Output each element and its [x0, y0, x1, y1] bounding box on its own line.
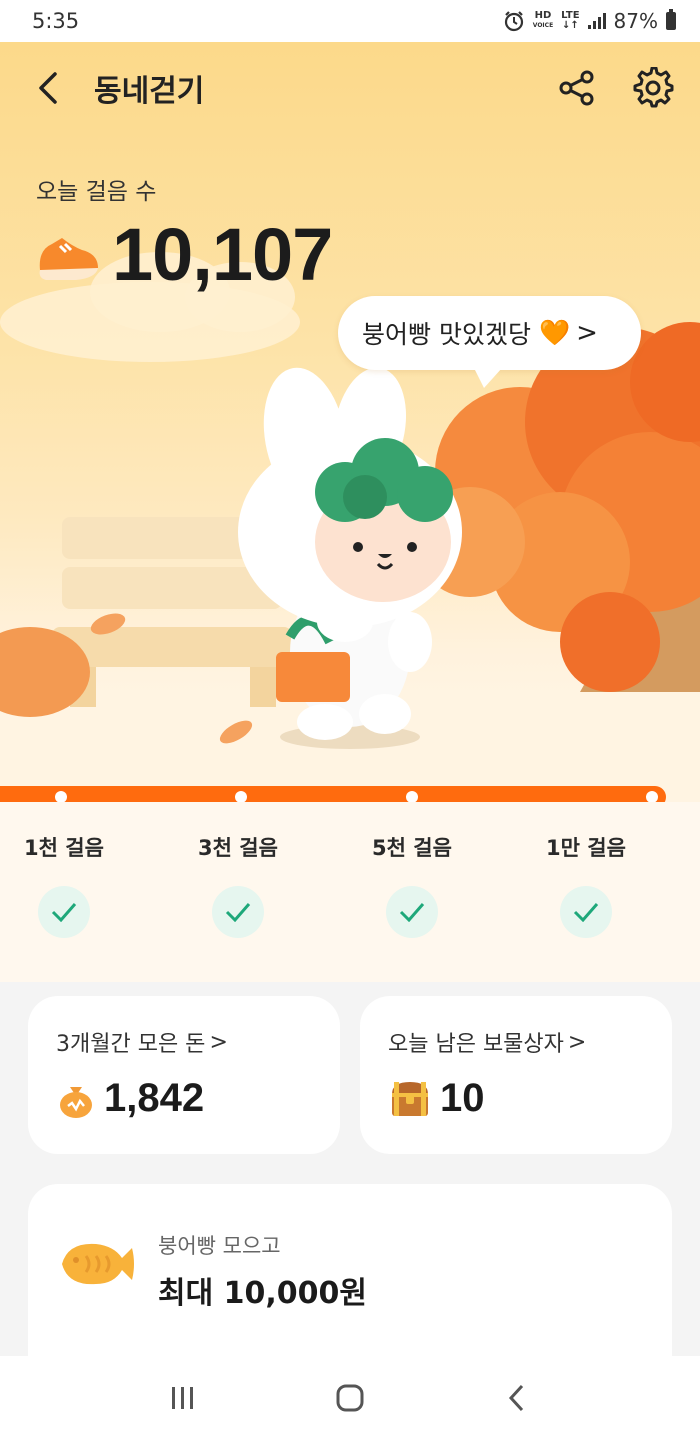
system-nav-bar [0, 1356, 700, 1439]
promo-title: 최대 10,000원 [158, 1276, 368, 1311]
signal-icon [587, 13, 606, 29]
treasure-card[interactable]: 오늘 남은 보물상자 > 10 [360, 996, 672, 1154]
back-button[interactable] [28, 68, 68, 108]
chevron-right-icon: > [576, 318, 598, 348]
back-arrow-icon [39, 72, 57, 104]
app-header: 동네걷기 [0, 42, 700, 134]
page-title: 동네걷기 [94, 74, 205, 109]
treasure-chest-icon [392, 1081, 428, 1116]
status-time: 5:35 [32, 9, 80, 33]
money-card-title-text: 3개월간 모은 돈 [56, 1032, 206, 1057]
home-icon [336, 1384, 364, 1411]
promo-card[interactable]: 붕어빵 모으고 최대 10,000원 [28, 1184, 672, 1384]
milestone-check [212, 886, 264, 938]
milestones: 1천 걸음 3천 걸음 5천 걸음 1만 걸음 [0, 802, 700, 982]
battery-percent: 87% [613, 9, 658, 33]
lte-arrows: ↓↑ [561, 20, 579, 31]
home-button[interactable] [320, 1373, 380, 1423]
share-button[interactable] [554, 65, 600, 111]
recents-icon [172, 1386, 194, 1409]
milestone-item: 3천 걸음 [168, 832, 308, 938]
treasure-card-title: 오늘 남은 보물상자 > [388, 1026, 644, 1058]
speech-bubble-text: 붕어빵 맛있겠당 [362, 320, 531, 349]
check-icon [225, 903, 251, 922]
status-icons: HD VOICE LTE ↓↑ 87% [503, 9, 676, 33]
treasure-card-value-row: 10 [388, 1076, 644, 1121]
gear-icon [633, 67, 674, 108]
milestone-label: 1천 걸음 [24, 836, 104, 860]
milestone-label: 1만 걸음 [546, 836, 626, 860]
steps-value: 10,107 [112, 213, 333, 296]
status-bar: 5:35 HD VOICE LTE ↓↑ 87% [0, 0, 700, 42]
lte-indicator: LTE ↓↑ [561, 11, 579, 31]
heart-icon: 🧡 [538, 318, 571, 347]
steps-label: 오늘 걸음 수 [36, 179, 157, 205]
nav-back-icon [508, 1384, 523, 1411]
battery-icon [666, 9, 676, 30]
money-card-value-row: 1,842 [56, 1076, 312, 1121]
milestone-item: 1만 걸음 [516, 832, 656, 938]
milestone-check [560, 886, 612, 938]
money-card-title: 3개월간 모은 돈 > [56, 1026, 312, 1058]
alarm-icon [504, 11, 523, 32]
header-actions [554, 65, 676, 111]
hd-voice-indicator: HD VOICE [533, 11, 553, 31]
check-icon [51, 903, 77, 922]
share-icon [559, 70, 594, 106]
milestone-label: 3천 걸음 [198, 836, 278, 860]
promo-subtitle: 붕어빵 모으고 [158, 1234, 281, 1258]
milestone-label: 5천 걸음 [372, 836, 452, 860]
chevron-right-icon: > [567, 1029, 587, 1055]
milestone-check [38, 886, 90, 938]
milestone-check [386, 886, 438, 938]
hero-section: 동네걷기 오늘 걸음 수 10,107 붕어빵 맛있겠당 🧡 > [0, 42, 700, 802]
steps-counter: 10,107 [32, 212, 333, 297]
check-icon [399, 903, 425, 922]
check-icon [573, 903, 599, 922]
settings-button[interactable] [630, 65, 676, 111]
fish-bread-icon [62, 1243, 134, 1285]
treasure-card-title-text: 오늘 남은 보물상자 [388, 1032, 564, 1057]
hd-label: HD [534, 10, 552, 21]
voice-label: VOICE [532, 22, 554, 29]
chevron-right-icon: > [209, 1029, 228, 1055]
speech-bubble[interactable]: 붕어빵 맛있겠당 🧡 > [338, 296, 641, 388]
money-card-value: 1,842 [104, 1076, 205, 1120]
autumn-scene-illustration [0, 252, 700, 802]
sneaker-icon [39, 237, 98, 280]
money-bag-icon [60, 1086, 92, 1118]
milestone-item: 5천 걸음 [342, 832, 482, 938]
money-card[interactable]: 3개월간 모은 돈 > 1,842 [28, 996, 340, 1154]
milestone-item: 1천 걸음 [0, 832, 134, 938]
nav-back-button[interactable] [487, 1373, 547, 1423]
treasure-card-value: 10 [440, 1076, 485, 1120]
recents-button[interactable] [153, 1373, 213, 1423]
